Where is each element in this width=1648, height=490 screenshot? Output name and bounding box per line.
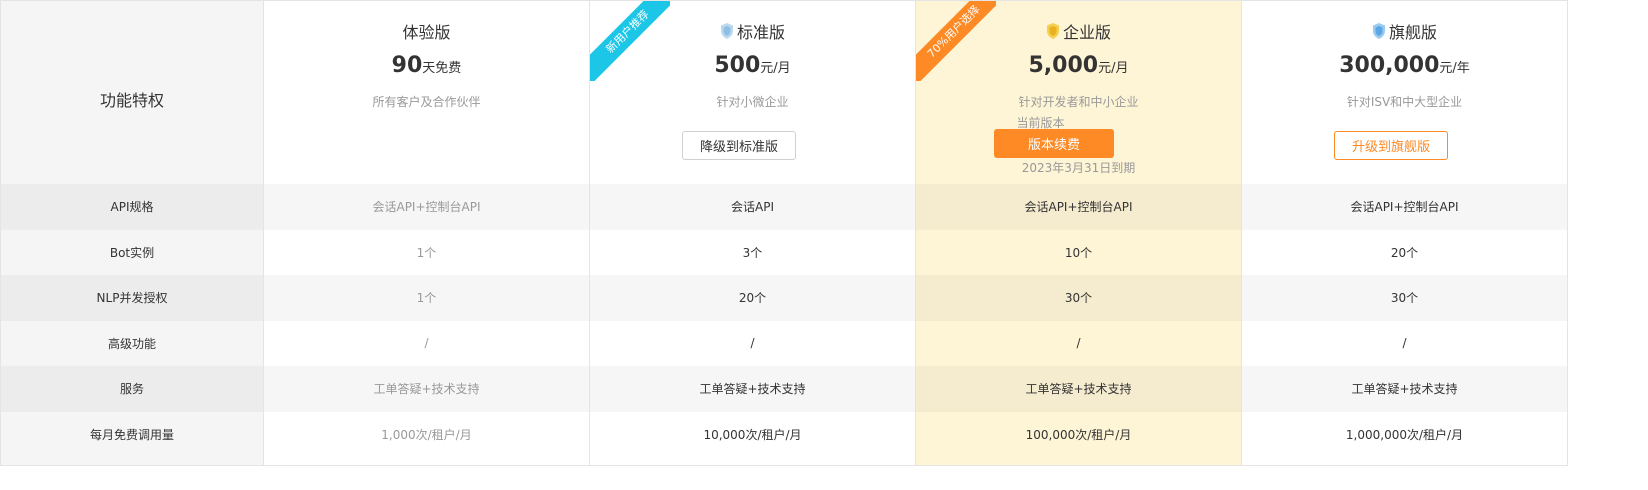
- shield-blue-icon: [720, 23, 733, 39]
- pricing-comparison-table: 功能特权 API规格 Bot实例 NLP并发授权 高级功能 服务 每月免费调用量…: [0, 0, 1568, 466]
- cell-api: 会话API: [590, 184, 915, 230]
- cell-advanced: /: [750, 336, 755, 351]
- cell-nlp: 1个: [264, 275, 589, 321]
- plan-description: 针对开发者和中小企业: [1018, 95, 1139, 109]
- feature-row-calls: 每月免费调用量: [89, 427, 174, 442]
- feature-header-title: 功能特权: [99, 91, 164, 110]
- cell-nlp: 20个: [590, 275, 915, 321]
- feature-row-nlp: NLP并发授权: [1, 275, 263, 321]
- plan-name: 标准版: [590, 19, 915, 43]
- plan-price: 300,000元/年: [1339, 53, 1470, 78]
- plan-description: 所有客户及合作伙伴: [372, 95, 481, 109]
- cell-service: 工单答疑+技术支持: [916, 366, 1241, 412]
- downgrade-button[interactable]: 降级到标准版: [682, 131, 796, 160]
- upgrade-button[interactable]: 升级到旗舰版: [1334, 131, 1448, 160]
- cell-bot: 3个: [742, 245, 763, 260]
- cell-advanced: /: [1076, 336, 1081, 351]
- plan-name: 旗舰版: [1242, 19, 1567, 43]
- cell-bot: 10个: [1064, 245, 1093, 260]
- cell-advanced: /: [424, 336, 429, 351]
- plan-trial: 体验版 90天免费 所有客户及合作伙伴 会话API+控制台API 1个 1个 /…: [263, 1, 589, 465]
- plan-name: 体验版: [402, 23, 451, 42]
- shield-gold-icon: [1046, 23, 1059, 39]
- cell-api: 会话API+控制台API: [916, 184, 1241, 230]
- renew-button[interactable]: 版本续费: [994, 129, 1114, 158]
- feature-column: 功能特权 API规格 Bot实例 NLP并发授权 高级功能 服务 每月免费调用量: [0, 1, 263, 465]
- feature-row-advanced: 高级功能: [107, 336, 156, 351]
- feature-row-bot: Bot实例: [109, 245, 155, 260]
- feature-header: 功能特权: [1, 1, 263, 184]
- cell-bot: 20个: [1390, 245, 1419, 260]
- plan-name: 企业版: [916, 19, 1241, 43]
- cell-calls: 1,000次/租户/月: [381, 427, 472, 442]
- cell-api: 会话API+控制台API: [1242, 184, 1567, 230]
- feature-row-api: API规格: [1, 184, 263, 230]
- cell-bot: 1个: [416, 245, 437, 260]
- plan-description: 针对小微企业: [716, 95, 789, 109]
- cell-calls: 100,000次/租户/月: [1025, 427, 1132, 442]
- cell-api: 会话API+控制台API: [264, 184, 589, 230]
- feature-row-service: 服务: [1, 366, 263, 412]
- cell-nlp: 30个: [1242, 275, 1567, 321]
- plan-flagship: 旗舰版 300,000元/年 针对ISV和中大型企业 升级到旗舰版 会话API+…: [1241, 1, 1568, 465]
- expiry-date: 2023年3月31日到期: [1021, 161, 1136, 175]
- plan-description: 针对ISV和中大型企业: [1346, 95, 1463, 109]
- cell-service: 工单答疑+技术支持: [1242, 366, 1567, 412]
- cell-advanced: /: [1402, 336, 1407, 351]
- plan-price: 500元/月: [714, 53, 791, 78]
- cell-nlp: 30个: [916, 275, 1241, 321]
- plan-price: 90天免费: [391, 53, 462, 78]
- cell-calls: 1,000,000次/租户/月: [1345, 427, 1464, 442]
- plan-standard: 新用户推荐 标准版 500元/月 针对小微企业 降级到标准版 会话API 3个 …: [589, 1, 915, 465]
- cell-calls: 10,000次/租户/月: [703, 427, 802, 442]
- plan-enterprise: 70%用户选择 企业版 5,000元/月 针对开发者和中小企业 当前版本 版本续…: [915, 1, 1241, 465]
- cell-service: 工单答疑+技术支持: [264, 366, 589, 412]
- cell-service: 工单答疑+技术支持: [590, 366, 915, 412]
- plan-price: 5,000元/月: [1028, 53, 1129, 78]
- shield-blue-icon: [1372, 23, 1385, 39]
